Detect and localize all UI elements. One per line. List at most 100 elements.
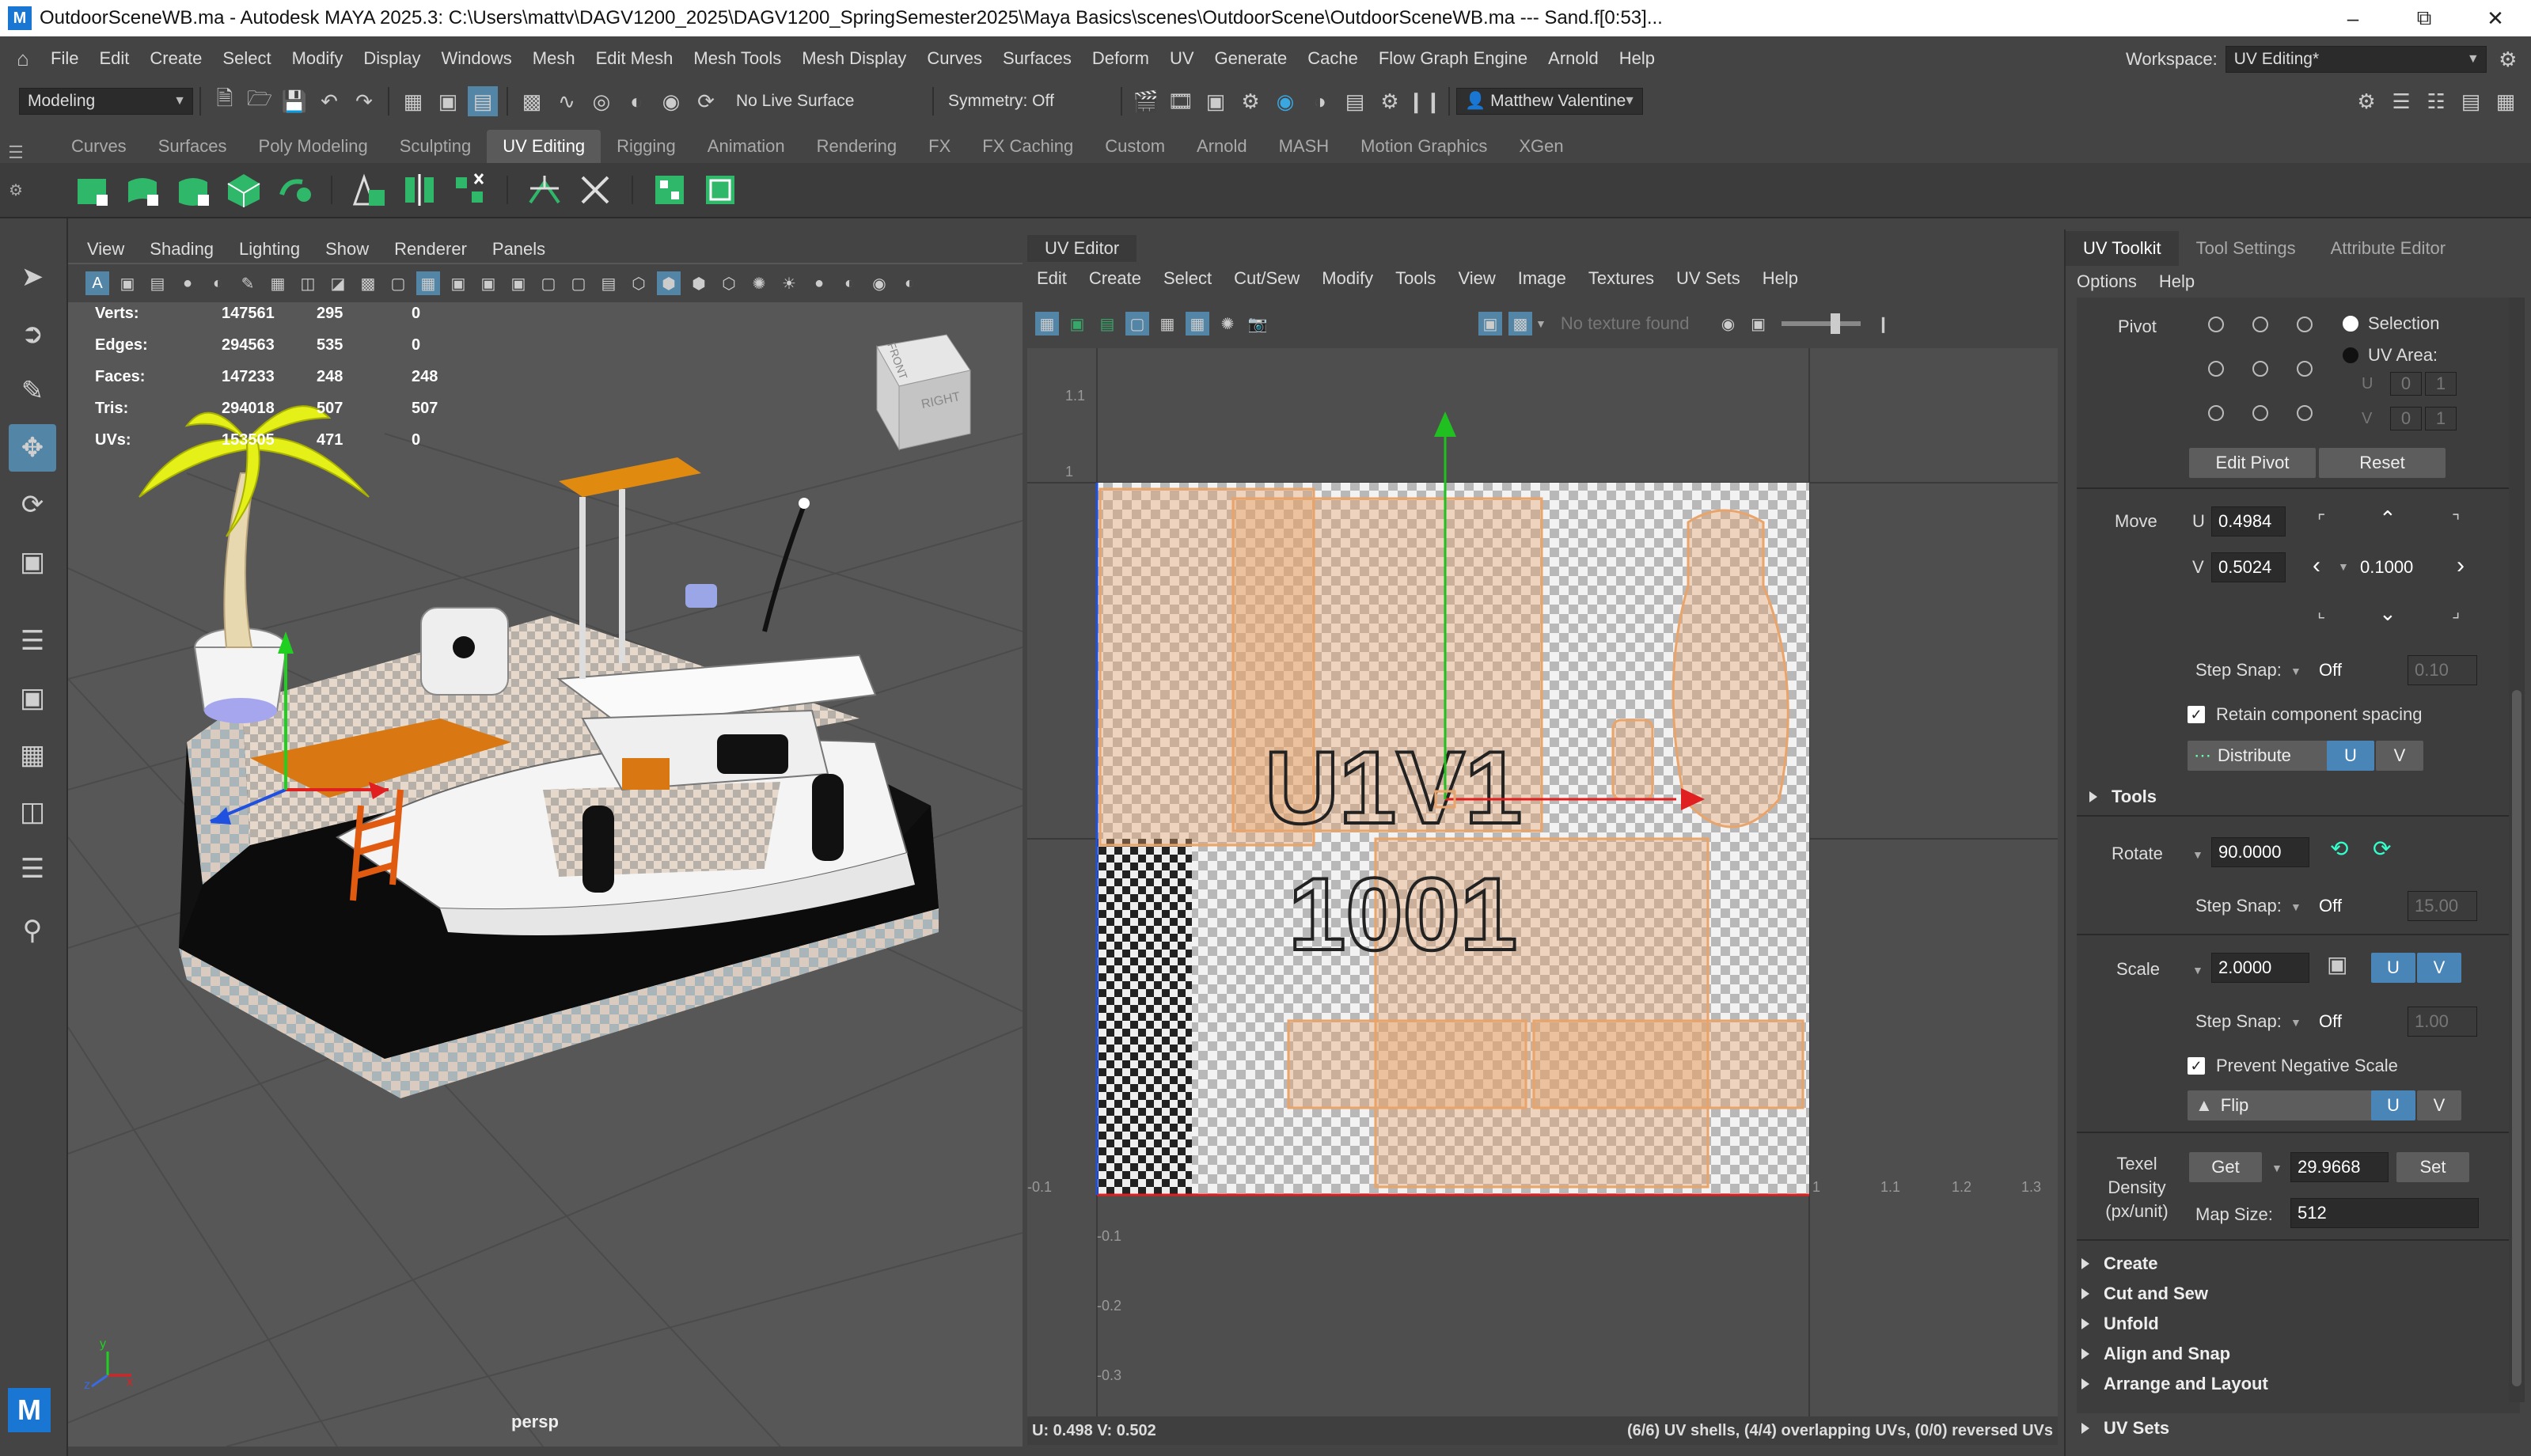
attribute-editor-icon[interactable]: ☰ <box>2386 86 2416 116</box>
arnold-ipr-icon[interactable]: ▤ <box>1340 86 1370 116</box>
xray-components-icon[interactable]: ⬡ <box>717 271 741 295</box>
uv-pixel-snap-icon[interactable]: ✺ <box>1216 312 1239 336</box>
menu-mesh[interactable]: Mesh <box>522 48 586 69</box>
uv-editor-icon[interactable] <box>348 169 389 210</box>
paint-select-tool-icon[interactable]: ✎ <box>9 367 56 415</box>
shelf-tab-animation[interactable]: Animation <box>692 130 801 163</box>
pivot-radio[interactable] <box>2252 361 2268 377</box>
bookmark-icon[interactable]: ▤ <box>146 271 169 295</box>
texture-dropdown-arrow-icon[interactable]: ▼ <box>1535 317 1546 330</box>
reset-pivot-button[interactable]: Reset <box>2319 448 2446 478</box>
home-icon[interactable]: ⌂ <box>8 44 38 74</box>
single-view-layout-icon[interactable]: ▣ <box>9 674 56 722</box>
new-scene-icon[interactable]: 🗎 <box>210 86 240 116</box>
move-step-field[interactable]: 0.1000 <box>2354 552 2422 582</box>
menu-mesh-display[interactable]: Mesh Display <box>791 48 916 69</box>
mode-dropdown[interactable]: Modeling ▼ <box>19 88 193 115</box>
menu-curves[interactable]: Curves <box>916 48 992 69</box>
arnold-render-icon[interactable]: ◑ <box>1305 86 1335 116</box>
lights-icon[interactable]: ☀ <box>777 271 801 295</box>
menu-deform[interactable]: Deform <box>1082 48 1159 69</box>
shadows-icon[interactable]: ▤ <box>597 271 620 295</box>
rotate-tool-icon[interactable]: ⟳ <box>9 481 56 529</box>
section-align-and-snap[interactable]: Align and Snap <box>2081 1344 2230 1364</box>
rotate-ccw-icon[interactable]: ⟲ <box>2330 836 2348 862</box>
tab-tool-settings[interactable]: Tool Settings <box>2179 231 2313 266</box>
map-size-field[interactable]: 512 <box>2290 1198 2479 1228</box>
rotate-cw-icon[interactable]: ⟳ <box>2373 836 2391 862</box>
xray-icon[interactable]: ⬢ <box>657 271 681 295</box>
xray-joints-icon[interactable]: ⬢ <box>687 271 711 295</box>
shelf-tab-custom[interactable]: Custom <box>1089 130 1181 163</box>
retain-spacing-checkbox[interactable]: ✓ <box>2188 706 2205 723</box>
menu-arnold[interactable]: Arnold <box>1538 48 1609 69</box>
uv-toolkit-scrollbar[interactable] <box>2509 298 2525 1402</box>
tab-uv-toolkit[interactable]: UV Toolkit <box>2066 231 2179 266</box>
select-hierarchy-icon[interactable]: ▦ <box>398 86 428 116</box>
menu-create[interactable]: Create <box>139 48 212 69</box>
uv-texture-borders-icon[interactable]: ▢ <box>1125 312 1149 336</box>
menu-mesh-tools[interactable]: Mesh Tools <box>683 48 791 69</box>
uv-display-image-icon[interactable]: ▣ <box>1478 312 1502 336</box>
grid-toggle-icon[interactable]: ▦ <box>416 271 440 295</box>
move-up-right-icon[interactable]: ⌝ <box>2452 511 2460 532</box>
outliner-layout-icon[interactable]: ☰ <box>9 845 56 893</box>
texel-density-field[interactable]: 29.9668 <box>2290 1152 2389 1182</box>
scale-tool-icon[interactable]: ▣ <box>9 538 56 586</box>
menu-generate[interactable]: Generate <box>1205 48 1298 69</box>
snap-live-icon[interactable]: ⟳ <box>691 86 721 116</box>
outliner-toggle-icon[interactable]: ▦ <box>2491 86 2521 116</box>
2d-pan-zoom-icon[interactable]: ◐ <box>206 271 230 295</box>
rotate-dropdown-icon[interactable]: ▼ <box>2192 848 2203 861</box>
minimize-icon[interactable]: – <box>2317 0 2389 36</box>
modeling-toolkit-icon[interactable]: ⚙ <box>2351 86 2381 116</box>
uv-distortion-icon[interactable]: ▦ <box>1155 312 1179 336</box>
flip-u-button[interactable]: U <box>2371 1090 2415 1120</box>
pivot-selection-option[interactable]: Selection <box>2343 313 2440 334</box>
scale-u-button[interactable]: U <box>2371 953 2415 983</box>
redo-icon[interactable]: ↷ <box>349 86 379 116</box>
checker-map-icon[interactable] <box>649 169 690 210</box>
uv-menu-uv-sets[interactable]: UV Sets <box>1665 268 1751 289</box>
menu-edit-mesh[interactable]: Edit Mesh <box>586 48 684 69</box>
menu-uv[interactable]: UV <box>1159 48 1205 69</box>
scrollbar-thumb[interactable] <box>2512 690 2522 1386</box>
scale-v-button[interactable]: V <box>2417 953 2461 983</box>
edit-pivot-button[interactable]: Edit Pivot <box>2189 448 2316 478</box>
section-unfold[interactable]: Unfold <box>2081 1314 2159 1334</box>
uv-menu-edit[interactable]: Edit <box>1026 268 1078 289</box>
viewport-menu-lighting[interactable]: Lighting <box>226 239 313 260</box>
uv-menu-textures[interactable]: Textures <box>1577 268 1665 289</box>
render-view-icon[interactable]: 🎬 <box>1131 86 1161 116</box>
scale-dropdown-icon[interactable]: ▼ <box>2192 964 2203 976</box>
shelf-tab-mash[interactable]: MASH <box>1263 130 1345 163</box>
uv-screenshot-icon[interactable]: 📷 <box>1246 312 1269 336</box>
shelf-tab-xgen[interactable]: XGen <box>1503 130 1579 163</box>
pivot-radio[interactable] <box>2208 317 2224 332</box>
selection-radio[interactable] <box>2343 316 2358 332</box>
uv-snapshot-icon[interactable]: ▣ <box>1065 312 1089 336</box>
viewport-menu-show[interactable]: Show <box>313 239 381 260</box>
menu-windows[interactable]: Windows <box>431 48 522 69</box>
distribute-button[interactable]: ⋯ Distribute <box>2188 741 2333 771</box>
anti-alias-icon[interactable]: ◐ <box>837 271 861 295</box>
camera-attributes-icon[interactable]: ▣ <box>116 271 139 295</box>
uv-menu-cut-sew[interactable]: Cut/Sew <box>1223 268 1311 289</box>
ambient-occlusion-icon[interactable]: ✺ <box>747 271 771 295</box>
uv-shell-select-icon[interactable]: ▦ <box>1035 312 1059 336</box>
shelf-tab-rigging[interactable]: Rigging <box>601 130 692 163</box>
automatic-mapping-icon[interactable] <box>223 169 264 210</box>
search-icon[interactable]: ⚲ <box>9 907 56 954</box>
pause-icon[interactable]: ❙❙ <box>1407 86 1442 116</box>
snap-surface-icon[interactable]: ◉ <box>656 86 686 116</box>
snap-view-icon[interactable]: ◐ <box>621 86 651 116</box>
menu-select[interactable]: Select <box>212 48 281 69</box>
uv-grid-icon[interactable]: ▦ <box>1186 312 1209 336</box>
select-camera-icon[interactable]: A <box>85 271 109 295</box>
viewport-menu-shading[interactable]: Shading <box>137 239 226 260</box>
texel-dropdown-icon[interactable]: ▼ <box>2271 1162 2282 1174</box>
symmetry-dropdown[interactable]: Symmetry: Off <box>940 88 1114 115</box>
pivot-radio[interactable] <box>2297 361 2313 377</box>
texel-set-button[interactable]: Set <box>2396 1152 2469 1182</box>
save-scene-icon[interactable]: 💾 <box>279 86 309 116</box>
